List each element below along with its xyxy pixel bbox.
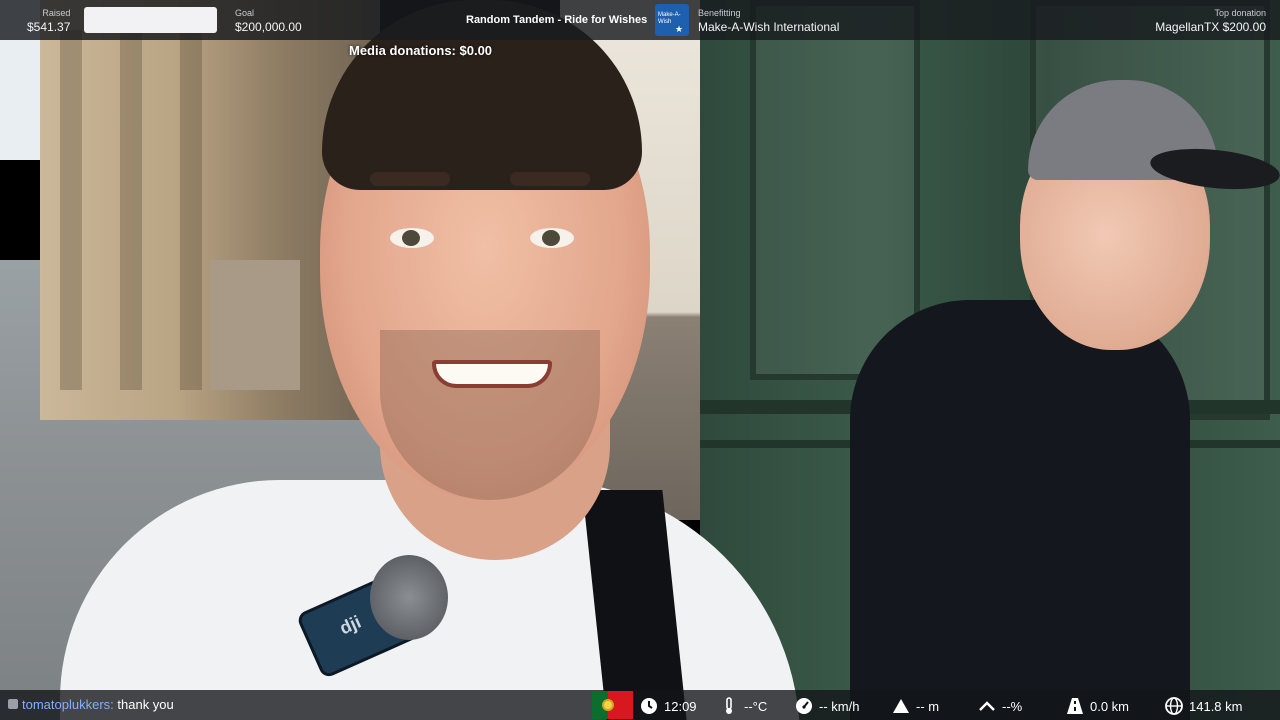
globe-icon xyxy=(1165,697,1183,715)
pillar xyxy=(180,30,202,390)
smile xyxy=(432,360,552,388)
incline-icon xyxy=(978,697,996,715)
top-donation-stat: Top donation MagellanTX $200.00 xyxy=(1155,7,1266,33)
video-frame: dji xyxy=(0,0,1280,720)
eye xyxy=(390,228,434,248)
pillar xyxy=(120,30,142,390)
top-donation-value: MagellanTX $200.00 xyxy=(1155,20,1266,34)
clock-icon xyxy=(640,697,658,715)
temperature-readout: --°C xyxy=(720,697,767,715)
media-donations: Media donations: $0.00 xyxy=(349,43,493,58)
door-window xyxy=(750,0,920,380)
goal-label: Goal xyxy=(235,8,255,18)
distance-readout: 0.0 km xyxy=(1066,697,1129,715)
chat-icon xyxy=(8,699,18,709)
time-readout: 12:09 xyxy=(640,697,697,715)
road-icon xyxy=(1066,697,1084,715)
speed-value: -- km/h xyxy=(819,698,860,714)
incline-value: --% xyxy=(1002,698,1023,714)
eyebrow xyxy=(370,172,450,186)
mic-windscreen xyxy=(370,555,448,640)
benefitting-stat: Benefitting Make-A-Wish International xyxy=(698,7,839,33)
thermometer-icon xyxy=(720,697,738,715)
benefitting-value: Make-A-Wish International xyxy=(698,20,840,34)
eye xyxy=(530,228,574,248)
temperature-value: --°C xyxy=(744,698,768,714)
fundraiser-bar: Raised $541.37 Goal $200,000.00 Random T… xyxy=(0,0,1280,40)
portugal-flag-icon xyxy=(592,691,633,719)
goal-value: $200,000.00 xyxy=(235,20,302,34)
total-distance-value: 141.8 km xyxy=(1189,698,1243,714)
chat-text: thank you xyxy=(117,697,174,712)
chat-message: tomatoplukkers: thank you xyxy=(8,697,174,712)
person-right-shirt xyxy=(850,300,1190,720)
speedometer-icon xyxy=(795,697,813,715)
altitude-value: -- m xyxy=(916,698,940,714)
benefitting-label: Benefitting xyxy=(698,8,741,18)
distance-value: 0.0 km xyxy=(1090,698,1130,714)
mountain-icon xyxy=(892,697,910,715)
chat-username: tomatoplukkers: xyxy=(22,697,114,712)
pillar-base xyxy=(210,260,300,390)
eyebrow xyxy=(510,172,590,186)
logo-text: Make-A-Wish xyxy=(658,12,681,25)
pillar xyxy=(60,30,82,390)
incline-readout: --% xyxy=(978,697,1022,715)
total-distance-readout: 141.8 km xyxy=(1165,697,1242,715)
raised-value: $541.37 xyxy=(27,20,71,34)
make-a-wish-logo: Make-A-Wish ★ xyxy=(655,4,689,36)
campaign-title: Random Tandem - Ride for Wishes xyxy=(466,14,648,26)
time-value: 12:09 xyxy=(664,698,697,714)
raised-stat: Raised $541.37 xyxy=(27,7,70,33)
progress-bar xyxy=(84,7,217,33)
goal-stat: Goal $200,000.00 xyxy=(235,7,302,33)
star-icon: ★ xyxy=(675,24,684,34)
top-donation-label: Top donation xyxy=(1214,8,1266,18)
speed-readout: -- km/h xyxy=(795,697,859,715)
altitude-readout: -- m xyxy=(892,697,939,715)
raised-label: Raised xyxy=(42,8,71,18)
